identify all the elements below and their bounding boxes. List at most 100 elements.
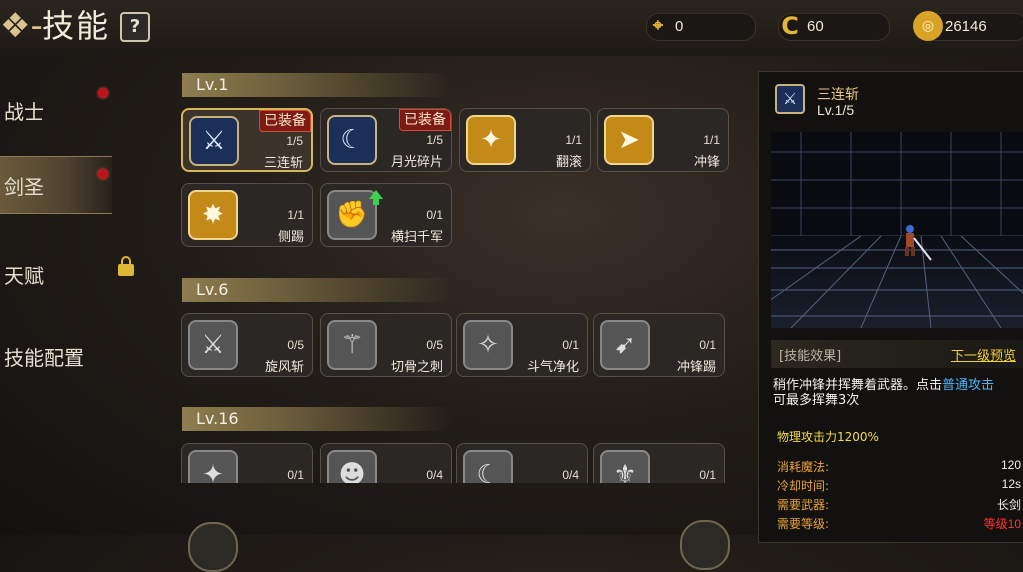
page-title: 技能 <box>42 7 111 45</box>
stat-value: 等级10 <box>983 517 1021 531</box>
desc-text: 可最多挥舞3次 <box>773 393 860 408</box>
skill-preview-viewport <box>771 132 1023 328</box>
skill-locked-2-icon: ☻ <box>327 450 377 483</box>
notification-dot <box>98 169 108 179</box>
skill-card-bone-pierce[interactable]: ⚚ 0/5 切骨之刺 <box>320 313 452 377</box>
skill-count: 1/1 <box>703 133 720 147</box>
notification-dot <box>98 88 108 98</box>
skill-name: 横扫千军 <box>390 230 443 245</box>
back-arrow-icon[interactable]: ❖- <box>0 6 43 46</box>
triple-slash-icon: ⚔ <box>775 84 805 114</box>
skill-count: 0/1 <box>699 338 716 352</box>
sidebar-item-talent[interactable]: 天赋 <box>0 246 112 302</box>
stat-row-weapon: 需要武器: 长剑 <box>777 496 1021 515</box>
skill-card-side-kick[interactable]: ✸ 1/1 侧踢 <box>181 183 313 247</box>
moonlight-shard-icon: ☾ <box>327 115 377 165</box>
upgrade-arrow-icon <box>369 190 383 205</box>
stat-key: 需要等级: <box>777 517 830 531</box>
sidebar-item-label: 技能配置 <box>4 346 84 370</box>
skill-name: 旋风斩 <box>264 360 304 375</box>
next-level-preview-link[interactable]: 下一级预览 <box>951 345 1016 364</box>
sidebar-item-sword-saint[interactable]: 剑圣 <box>0 156 112 214</box>
c-coin-icon: C <box>781 12 799 40</box>
attack-stat: 物理攻击力1200% <box>777 430 879 444</box>
effect-title: [技能效果] <box>779 349 842 364</box>
gold-coin-icon: ◎ <box>913 11 943 41</box>
skill-count: 0/1 <box>562 338 579 352</box>
skill-card-locked[interactable]: ☻ 0/4 <box>320 443 452 483</box>
skill-card-moonlight-shard[interactable]: ☾ 已装备 1/5 月光碎片 <box>320 108 452 172</box>
skill-detail-panel: ⚔ 三连斩 Lv.1/5 [技能效果] 下一级预览 稍作冲锋并挥舞着武器。点击普… <box>758 71 1023 543</box>
stat-key: 消耗魔法: <box>777 460 830 474</box>
level-label: Lv.16 <box>196 409 239 428</box>
skill-card-sweep[interactable]: ✊ 0/1 横扫千军 <box>320 183 452 247</box>
skill-count: 1/1 <box>565 133 582 147</box>
sidebar-item-label: 天赋 <box>4 264 44 288</box>
level-header: Lv.1 <box>182 73 452 97</box>
skill-count: 1/5 <box>426 133 443 147</box>
skill-card-locked[interactable]: ☾ 0/4 <box>456 443 588 483</box>
normal-attack-link[interactable]: 普通攻击 <box>942 378 994 393</box>
skill-count: 0/4 <box>426 468 443 482</box>
level-label: Lv.6 <box>196 280 229 299</box>
stat-row-mana: 消耗魔法: 120 <box>777 458 1021 477</box>
skill-name: 翻滚 <box>555 155 582 170</box>
sidebar-item-warrior[interactable]: 战士 <box>0 82 112 138</box>
currency-gold: ◎ 26146 <box>913 11 1023 41</box>
charge-icon: ➤ <box>604 115 654 165</box>
sidebar-item-skill-config[interactable]: 技能配置 <box>0 328 112 384</box>
skill-name: 切骨之刺 <box>390 360 443 375</box>
detail-skill-name: 三连斩 <box>817 87 859 103</box>
skill-card-charge[interactable]: ➤ 1/1 冲锋 <box>597 108 729 172</box>
skill-card-roll[interactable]: ✦ 1/1 翻滚 <box>459 108 591 172</box>
level-header: Lv.16 <box>182 407 452 431</box>
skill-card-aura-purify[interactable]: ✧ 0/1 斗气净化 <box>456 313 588 377</box>
sidebar-item-label: 战士 <box>4 100 44 124</box>
skill-count: 0/5 <box>287 338 304 352</box>
skill-card-whirlwind[interactable]: ⚔ 0/5 旋风斩 <box>181 313 313 377</box>
help-button[interactable]: ? <box>120 12 150 42</box>
skill-count: 0/5 <box>426 338 443 352</box>
equipped-badge: 已装备 <box>399 109 451 131</box>
stat-row-cooldown: 冷却时间: 12s <box>777 477 1021 496</box>
level-header: Lv.6 <box>182 278 452 302</box>
skill-count: 0/1 <box>699 468 716 482</box>
crosshair-token-icon: ⌖ <box>652 15 664 36</box>
skill-count: 0/1 <box>426 208 443 222</box>
side-kick-icon: ✸ <box>188 190 238 240</box>
effect-header: [技能效果] 下一级预览 <box>771 340 1023 368</box>
skill-count: 1/5 <box>286 134 303 148</box>
top-bar: ❖- 技能 ? ⌖ 0 C 60 ◎ 26146 <box>0 0 1023 56</box>
bone-pierce-icon: ⚚ <box>327 320 377 370</box>
skill-locked-4-icon: ⚜ <box>600 450 650 483</box>
stat-row-level: 需要等级: 等级10 <box>777 515 1021 534</box>
skill-name: 三连斩 <box>263 156 303 171</box>
currency-c: C 60 <box>778 12 890 41</box>
stat-key: 需要武器: <box>777 498 830 512</box>
skill-card-locked[interactable]: ⚜ 0/1 <box>593 443 725 483</box>
skill-name: 侧踢 <box>277 230 304 245</box>
aura-purify-icon: ✧ <box>463 320 513 370</box>
skill-locked-3-icon: ☾ <box>463 450 513 483</box>
currency-value: 60 <box>807 18 824 35</box>
equipped-badge: 已装备 <box>259 110 311 132</box>
skill-count: 0/1 <box>287 468 304 482</box>
scroll-left-button[interactable] <box>188 522 238 572</box>
whirlwind-icon: ⚔ <box>188 320 238 370</box>
lock-icon <box>118 256 134 276</box>
desc-text: 稍作冲锋并挥舞着武器。点击 <box>773 378 943 393</box>
skill-card-triple-slash[interactable]: ⚔ 已装备 1/5 三连斩 <box>181 108 313 172</box>
skill-name: 斗气净化 <box>526 360 579 375</box>
preview-grid-scene <box>771 132 1023 328</box>
level-label: Lv.1 <box>196 75 229 94</box>
stat-key: 冷却时间: <box>777 479 830 493</box>
skill-count: 0/4 <box>562 468 579 482</box>
skill-locked-1-icon: ✦ <box>188 450 238 483</box>
skill-card-charge-kick[interactable]: ➹ 0/1 冲锋踢 <box>593 313 725 377</box>
scroll-right-button[interactable] <box>680 520 730 570</box>
skill-name: 冲锋 <box>693 155 720 170</box>
triple-slash-icon: ⚔ <box>189 116 239 166</box>
skill-description: 稍作冲锋并挥舞着武器。点击普通攻击可最多挥舞3次 <box>773 378 1023 408</box>
currency-token: ⌖ 0 <box>646 13 756 41</box>
skill-card-locked[interactable]: ✦ 0/1 <box>181 443 313 483</box>
